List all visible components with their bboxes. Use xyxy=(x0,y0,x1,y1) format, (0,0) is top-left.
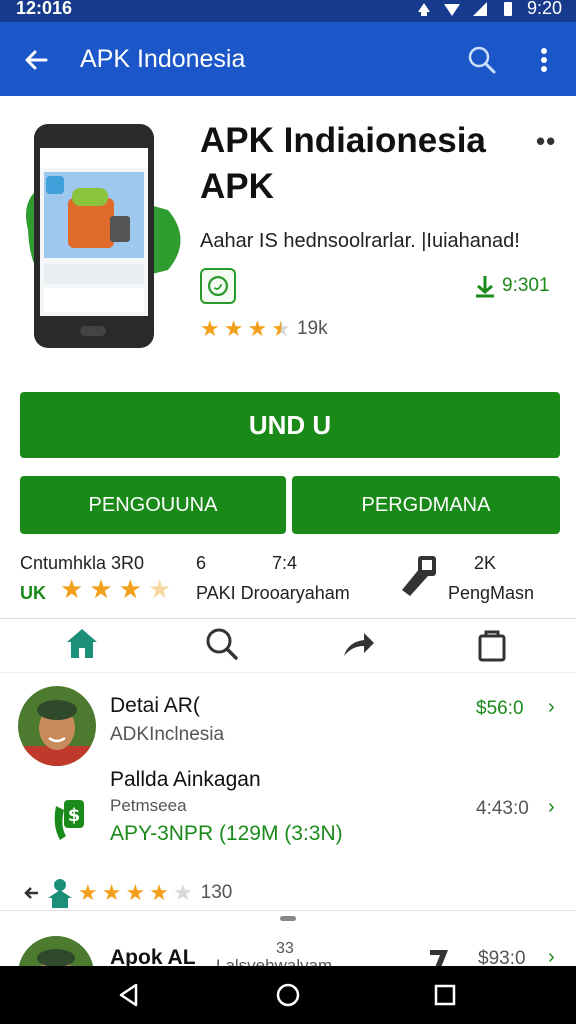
stat-col4-value: 2K xyxy=(474,553,497,573)
nav-home-icon[interactable] xyxy=(275,982,301,1008)
app-title-line1: APK Indiaionesia xyxy=(200,121,486,160)
status-bar: 12:016 9:20 xyxy=(0,0,576,22)
sheet-handle[interactable] xyxy=(280,916,296,921)
device-icon xyxy=(402,556,436,596)
search-icon[interactable] xyxy=(466,44,498,76)
app-title: APK Indiaionesia APK xyxy=(200,118,520,210)
app-bar-title: APK Indonesia xyxy=(80,45,246,73)
app-screenshot-image xyxy=(26,124,181,348)
stat-col23-label: PAKI Drooaryaham xyxy=(196,583,350,603)
app-bar: APK Indonesia xyxy=(0,22,576,96)
divider xyxy=(0,672,576,673)
stat-stars: ★ ★ ★ ★ xyxy=(60,574,172,604)
download-icon xyxy=(476,276,494,298)
status-icons: 9:20 xyxy=(415,0,562,19)
divider xyxy=(0,910,576,911)
person-icon xyxy=(48,879,72,908)
list-item-price: 4:43:0 xyxy=(476,798,529,819)
more-vert-icon[interactable] xyxy=(530,44,558,76)
wifi-icon xyxy=(443,3,460,16)
rating-count: 130 xyxy=(200,882,233,903)
bag-icon[interactable] xyxy=(472,624,512,664)
stat-col1-label: Cntumhkla 3R0 xyxy=(20,553,145,573)
hero-rating: ★ ★ ★ ★ 19k xyxy=(200,318,328,340)
svg-text:$: $ xyxy=(68,805,81,826)
notification-icon xyxy=(417,2,430,16)
list-item-price: $56:0 xyxy=(476,698,524,719)
star-icon: ★ xyxy=(223,316,244,341)
app-size: 9:301 xyxy=(474,274,550,298)
signal-icon xyxy=(472,1,487,16)
star-icon: ★ xyxy=(60,574,84,604)
search-icon[interactable] xyxy=(202,624,242,664)
rating-row: ★ ★ ★ ★ ★ 130 xyxy=(22,878,232,908)
chevron-right-icon: › xyxy=(548,796,555,818)
arrow-left-icon[interactable] xyxy=(22,883,42,903)
status-time-right: 9:20 xyxy=(526,0,562,18)
star-icon: ★ xyxy=(125,880,146,905)
star-icon: ★ xyxy=(118,574,142,604)
home-icon[interactable] xyxy=(62,624,102,664)
more-horiz-icon[interactable]: •• xyxy=(536,126,556,157)
star-icon: ★ xyxy=(149,880,169,905)
app-logo-icon xyxy=(200,268,236,304)
star-icon: ★ xyxy=(101,880,122,905)
system-nav-bar xyxy=(0,966,576,1024)
rating-count: 19k xyxy=(296,318,328,339)
chevron-right-icon: › xyxy=(548,696,555,718)
star-half-icon: ★ xyxy=(271,316,291,341)
app-title-line2: APK xyxy=(200,167,274,206)
nav-back-icon[interactable] xyxy=(116,982,142,1008)
avatar xyxy=(18,686,96,766)
stat-col2-value: 6 xyxy=(196,553,207,573)
star-icon: ★ xyxy=(147,574,172,604)
primary-install-button[interactable]: UND U xyxy=(20,392,560,458)
app-size-value: 9:301 xyxy=(502,275,550,296)
list-item-title: Detai AR( xyxy=(110,694,200,717)
stat-col1-badge: UK xyxy=(20,583,46,603)
secondary-button-left[interactable]: PENGOUUNA xyxy=(20,476,286,534)
list-item-subtitle: Petmseea xyxy=(110,796,187,815)
money-icon: $ xyxy=(54,800,84,840)
app-description: Aahar IS hednsoolrarlar. |Iuiahanad! xyxy=(200,230,520,252)
battery-icon xyxy=(503,1,512,16)
star-icon: ★ xyxy=(78,880,98,905)
star-icon: ★ xyxy=(247,316,268,341)
secondary-button-right[interactable]: PERGDMANA xyxy=(292,476,560,534)
screen: 12:016 9:20 APK Indonesia APK Indiaiones… xyxy=(0,0,576,1024)
stat-col4-label: PengMasn xyxy=(448,583,535,603)
star-icon: ★ xyxy=(172,880,193,905)
divider xyxy=(0,618,576,619)
list-item-title: Pallda Ainkagan xyxy=(110,768,261,791)
status-time-left: 12:016 xyxy=(16,0,73,18)
star-icon: ★ xyxy=(200,316,220,341)
arrow-left-icon[interactable] xyxy=(20,44,52,76)
list-item-detail: APY-3NPR (129M (3:3N) xyxy=(110,822,343,845)
nav-recents-icon[interactable] xyxy=(432,982,458,1008)
share-icon[interactable] xyxy=(338,624,378,664)
list-item-subtitle: ADKInclnesia xyxy=(110,724,225,745)
stat-col3-value: 7:4 xyxy=(272,553,298,573)
star-icon: ★ xyxy=(89,574,113,604)
